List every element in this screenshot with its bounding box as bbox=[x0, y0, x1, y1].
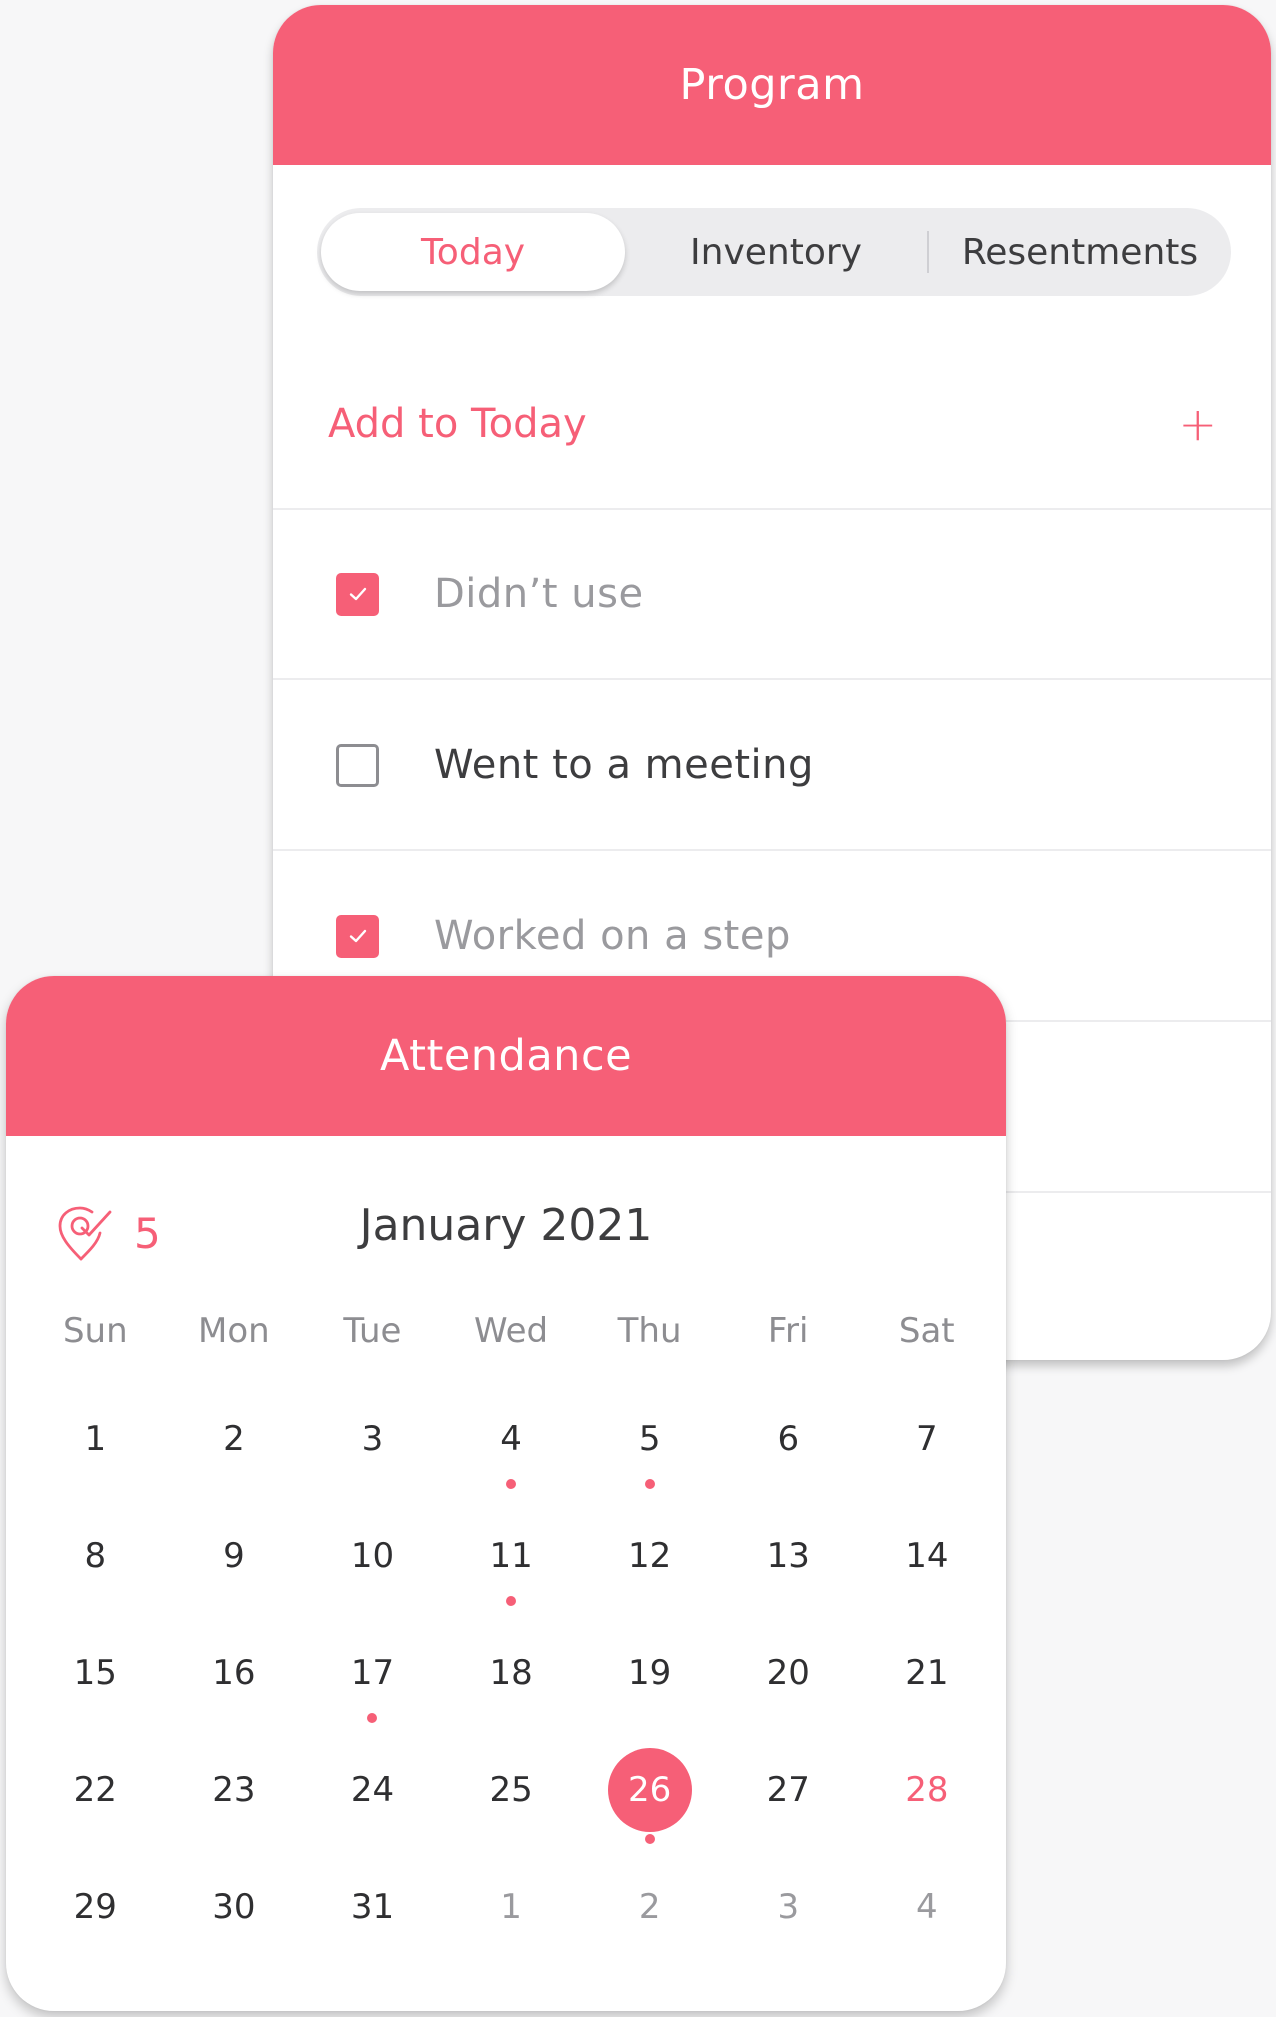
calendar-day-number: 9 bbox=[223, 1536, 245, 1576]
weekday-label: Thu bbox=[617, 1311, 682, 1351]
calendar-day-number: 2 bbox=[638, 1887, 661, 1927]
calendar-day[interactable]: 3 bbox=[719, 1884, 858, 2001]
task-label: Didn’t use bbox=[434, 571, 644, 617]
calendar-day-number: 31 bbox=[350, 1887, 395, 1927]
calendar-day-number: 1 bbox=[84, 1419, 107, 1459]
calendar-day-number: 4 bbox=[916, 1887, 938, 1927]
weekday-header: Sun Mon Tue Wed Thu Fri Sat bbox=[26, 1311, 996, 1351]
attendance-dot bbox=[506, 1479, 517, 1489]
attendance-dot bbox=[506, 1596, 517, 1606]
attendance-title: Attendance bbox=[379, 1031, 633, 1081]
task-checkbox[interactable] bbox=[336, 743, 379, 787]
calendar-day-number: 7 bbox=[916, 1419, 938, 1459]
program-title: Program bbox=[679, 60, 865, 110]
calendar-day-number: 4 bbox=[500, 1419, 522, 1459]
calendar-day-number: 8 bbox=[84, 1536, 107, 1576]
attendance-dot bbox=[644, 1834, 655, 1844]
calendar-day[interactable]: 30 bbox=[165, 1884, 304, 2001]
app-screen: Program Today Inventory Resentments Add … bbox=[0, 0, 1276, 2017]
calendar-day-number: 3 bbox=[777, 1887, 800, 1927]
calendar-day-number: 3 bbox=[361, 1419, 384, 1459]
weekday-label: Mon bbox=[198, 1311, 270, 1351]
attendance-header: Attendance bbox=[6, 976, 1006, 1136]
plus-icon[interactable]: + bbox=[1178, 401, 1217, 447]
task-checkbox[interactable] bbox=[336, 914, 379, 958]
calendar-day[interactable]: 2 bbox=[580, 1884, 719, 2001]
calendar-day-number: 18 bbox=[489, 1653, 533, 1693]
tab-inventory[interactable]: Inventory bbox=[625, 208, 927, 296]
calendar-day[interactable]: 29 bbox=[26, 1884, 165, 2001]
calendar-day-number: 14 bbox=[905, 1536, 949, 1576]
calendar-day[interactable]: 1 bbox=[442, 1884, 581, 2001]
calendar-day[interactable]: 31 bbox=[303, 1884, 442, 2001]
calendar-day-number: 1 bbox=[500, 1887, 522, 1927]
tab-today-label: Today bbox=[420, 231, 526, 273]
calendar-day-number: 25 bbox=[489, 1770, 533, 1810]
calendar-day-number: 24 bbox=[350, 1770, 395, 1810]
add-to-today-row[interactable]: Add to Today + bbox=[273, 340, 1271, 510]
task-checkbox[interactable] bbox=[336, 572, 379, 616]
weekday-label: Sat bbox=[898, 1311, 955, 1351]
task-row[interactable]: Didn’t use bbox=[273, 510, 1271, 680]
calendar-day-number: 13 bbox=[766, 1536, 810, 1576]
calendar-day-number: 12 bbox=[628, 1536, 672, 1576]
tab-today[interactable]: Today bbox=[321, 213, 625, 291]
task-label: Worked on a step bbox=[434, 913, 791, 959]
calendar-day-number: 27 bbox=[766, 1770, 810, 1810]
weekday-label: Tue bbox=[343, 1311, 402, 1351]
tab-inventory-label: Inventory bbox=[690, 231, 862, 273]
calendar-day[interactable]: 4 bbox=[858, 1884, 997, 2001]
attendance-dot bbox=[367, 1713, 378, 1723]
calendar-day-number: 26 bbox=[607, 1748, 692, 1832]
task-row[interactable]: Went to a meeting bbox=[273, 681, 1271, 851]
weekday-label: Sun bbox=[62, 1311, 128, 1351]
calendar-day-number: 28 bbox=[905, 1770, 949, 1810]
calendar-day-number: 17 bbox=[350, 1653, 395, 1693]
task-label: Went to a meeting bbox=[434, 742, 814, 788]
calendar-day-number: 11 bbox=[489, 1536, 533, 1576]
add-to-today-label: Add to Today bbox=[328, 401, 587, 447]
month-title: January 2021 bbox=[359, 1200, 653, 1251]
checkmark-icon bbox=[349, 587, 366, 601]
calendar-day-number: 16 bbox=[212, 1653, 256, 1693]
calendar-day-number: 10 bbox=[350, 1536, 395, 1576]
calendar-day-number: 23 bbox=[212, 1770, 256, 1810]
attendance-dot bbox=[644, 1479, 655, 1489]
calendar-day-number: 22 bbox=[73, 1770, 117, 1810]
weekday-label: Wed bbox=[473, 1311, 549, 1351]
calendar-day-number: 19 bbox=[628, 1653, 672, 1693]
calendar-day-number: 5 bbox=[638, 1419, 661, 1459]
calendar-day-number: 6 bbox=[777, 1419, 800, 1459]
tab-resentments[interactable]: Resentments bbox=[929, 208, 1231, 296]
tab-resentments-label: Resentments bbox=[961, 231, 1199, 273]
calendar-day-number: 15 bbox=[73, 1653, 117, 1693]
calendar-day-number: 20 bbox=[766, 1653, 810, 1693]
attendance-card: Attendance 5 January 2021 Sun Mon Tue We… bbox=[6, 976, 1006, 2011]
calendar-day-number: 30 bbox=[212, 1887, 256, 1927]
program-tabs: Today Inventory Resentments bbox=[317, 208, 1231, 296]
calendar-day-number: 29 bbox=[73, 1887, 117, 1927]
calendar-day-number: 2 bbox=[223, 1419, 245, 1459]
weekday-label: Fri bbox=[767, 1311, 809, 1351]
calendar-day-number: 21 bbox=[905, 1653, 949, 1693]
checkmark-icon bbox=[349, 929, 366, 943]
calendar-grid: 1 2 3 4 5 6 7 8 9 10 11 12 13 14 15 16 17 18 19 20 21 22 23 24 2… bbox=[26, 1416, 996, 2001]
program-header: Program bbox=[273, 5, 1271, 165]
